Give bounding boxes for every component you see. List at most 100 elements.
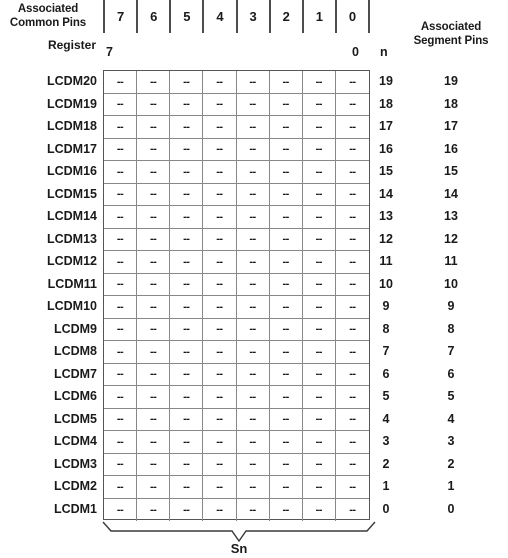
brace-icon [102,521,376,543]
segment-pin-value: 6 [447,366,455,381]
common-pin-3: 3 [238,0,271,33]
bit-cell: -- [104,318,138,340]
segment-pin-value: 11 [444,254,458,268]
bit-cell: -- [203,228,237,250]
bit-cell: -- [203,183,237,205]
bit-cell: -- [137,386,171,408]
bit-cell: -- [104,161,138,183]
bit-cell: -- [137,138,171,160]
bit-cell: -- [270,363,303,385]
bit-cell: -- [237,453,270,475]
n-value: 9 [382,299,390,313]
bit-cell: -- [303,431,336,453]
bit-cell: -- [349,503,356,516]
associated-segment-pins-header-line1: Associated [420,21,482,33]
n-value: 2 [382,456,390,471]
bit-cell: -- [237,116,270,138]
bit-cell: -- [203,498,237,521]
bit-cell: -- [303,498,336,521]
bit-cell: -- [270,386,303,408]
bit-cell: -- [303,206,336,228]
table-row: -- -- -- -- -- -- -- -- [104,138,369,161]
n-value: 7 [382,344,390,358]
bit-cell: -- [237,93,270,115]
bit-cell: -- [137,183,171,205]
bit-cell: -- [104,341,138,363]
bit-cell: -- [237,408,270,430]
bit-cell: -- [170,206,204,228]
register-label: LCDM14 [46,209,97,223]
n-value: 0 [382,501,390,516]
bit-cell: -- [349,435,356,448]
bit-cell: -- [237,71,270,93]
table-row: -- -- -- -- -- -- -- -- [104,408,369,431]
bit-cell: -- [270,206,303,228]
table-row: -- -- -- -- -- -- -- -- [104,386,369,409]
table-row: -- -- -- -- -- -- -- -- [104,296,369,319]
bit-cell: -- [237,386,270,408]
n-value: 15 [379,164,393,178]
bit-cell: -- [104,116,138,138]
bit-cell: -- [303,408,336,430]
bit-cell: -- [203,116,237,138]
associated-segment-pins-header: Associated Segment Pins [396,20,506,48]
register-label: LCDM10 [46,299,97,313]
bit-cell: -- [303,363,336,385]
register-header: Register [47,38,96,52]
bit-cell: -- [270,183,303,205]
bit-cell: -- [270,498,303,521]
table-row: -- -- -- -- -- -- -- -- [104,116,369,139]
bit-cell: -- [270,431,303,453]
table-row: -- -- -- -- -- -- -- -- [104,363,369,386]
bit-cell: -- [104,71,138,93]
bit-cell: -- [170,363,204,385]
segment-pin-value: 10 [444,276,458,291]
register-label: LCDM20 [46,74,97,88]
segment-pin-value: 15 [444,164,458,178]
bit-cell: -- [170,273,204,295]
bit-cell: -- [349,480,356,493]
bit-cell: -- [303,476,336,498]
n-value: 16 [379,141,393,156]
bit-cell: -- [303,296,336,318]
register-label: LCDM6 [53,389,97,403]
bit-cell: -- [137,498,171,521]
bit-cell: -- [203,273,237,295]
bit-cell: -- [104,498,138,521]
table-row: -- -- -- -- -- -- -- -- [104,431,369,454]
register-label: LCDM16 [46,164,97,178]
bit-cell: -- [237,476,270,498]
segment-pin-value: 5 [447,389,455,403]
register-label: LCDM8 [53,344,97,358]
register-bit-grid: -- -- -- -- -- -- -- -- -- -- -- -- -- -- -- -- -- -- -- --… [103,70,370,521]
segment-pin-value: 1 [447,479,455,493]
segment-pin-value: 12 [444,231,458,246]
bit-cell: -- [237,318,270,340]
bit-cell: -- [170,498,204,521]
segment-pin-value: 18 [444,96,458,111]
bit-cell: -- [170,228,204,250]
bit-cell: -- [170,161,204,183]
bit-cell: -- [137,296,171,318]
bit-cell: -- [349,278,356,291]
bit-cell: -- [170,318,204,340]
bit-cell: -- [170,431,204,453]
bit-cell: -- [203,476,237,498]
table-row: -- -- -- -- -- -- -- -- [104,71,369,94]
segment-pin-value: 19 [444,74,458,88]
n-value: 14 [379,186,393,201]
associated-segment-pins-header-line2: Segment Pins [413,35,489,47]
bit-cell: -- [303,228,336,250]
bit-cell: -- [349,323,356,336]
bit-cell: -- [237,138,270,160]
bit-cell: -- [270,138,303,160]
register-label: LCDM1 [53,501,97,516]
bit-cell: -- [137,453,171,475]
associated-common-pins-header: Associated Common Pins [0,2,96,30]
bit-cell: -- [137,71,171,93]
bit-cell: -- [104,296,138,318]
bit-cell: -- [237,296,270,318]
bit-cell: -- [104,251,138,273]
register-label: LCDM4 [53,434,97,448]
bit-cell: -- [349,300,356,313]
